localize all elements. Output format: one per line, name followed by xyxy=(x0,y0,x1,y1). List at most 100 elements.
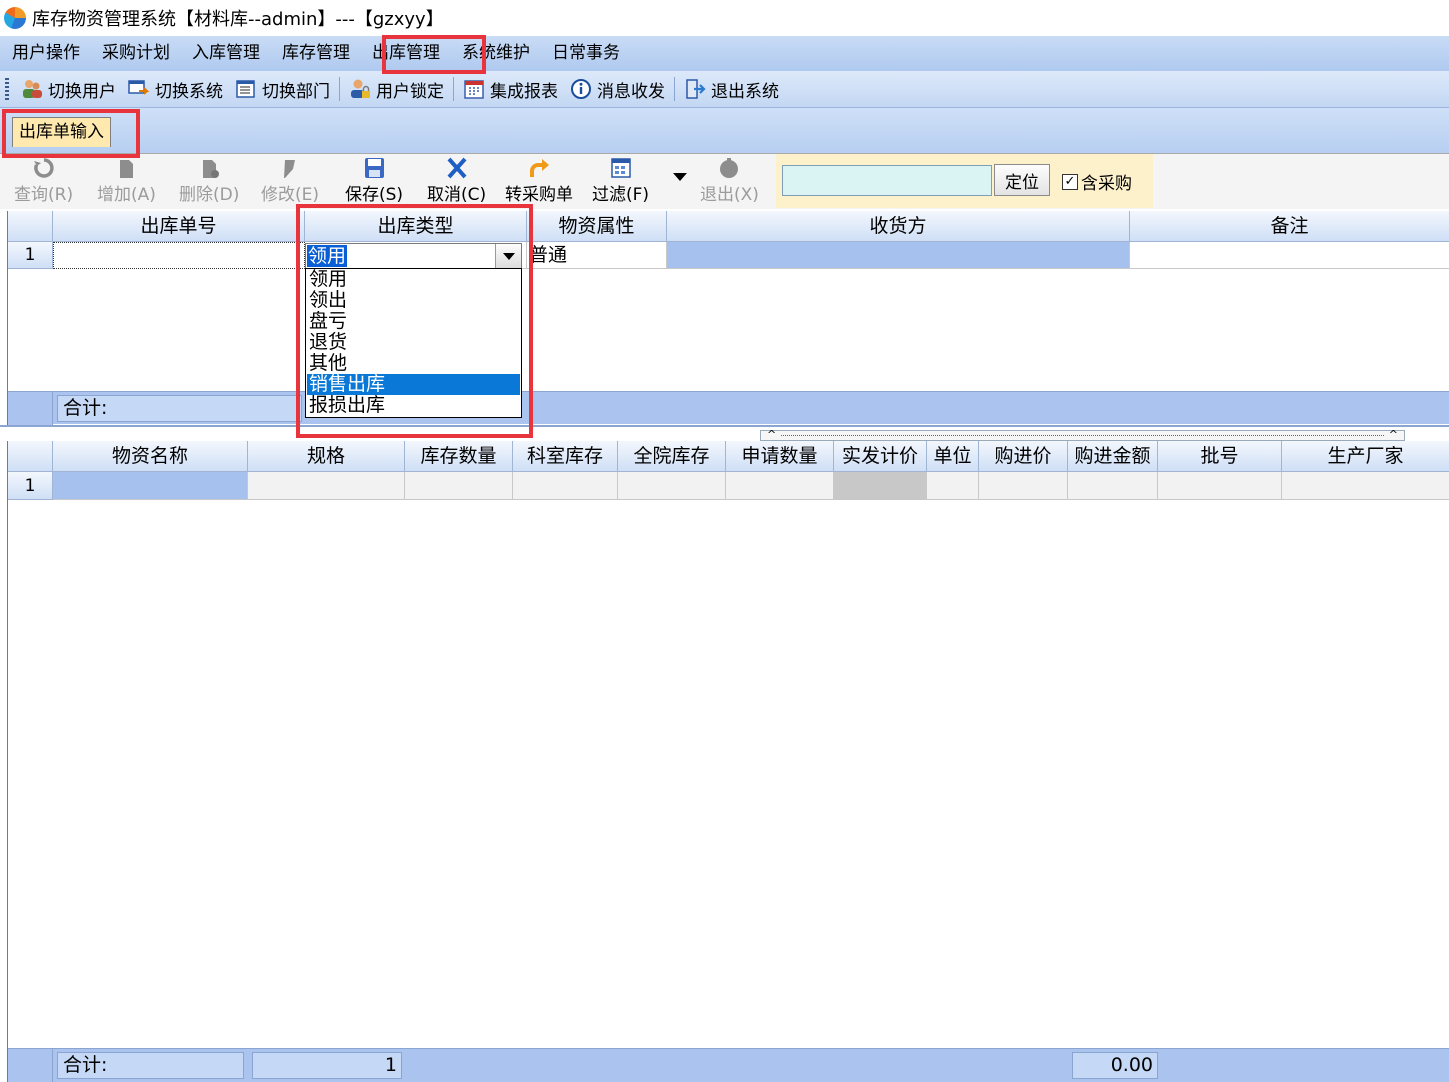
detail-item-grid: 物资名称 规格 库存数量 科室库存 全院库存 申请数量 实发计价 单位 购进价 … xyxy=(7,441,1449,1082)
chevron-down-icon[interactable] xyxy=(495,244,521,268)
switch-dept-button[interactable]: 切换部门 xyxy=(229,74,336,104)
cancel-label: 取消(C) xyxy=(427,185,487,205)
col-header-stock-qty[interactable]: 库存数量 xyxy=(405,441,513,472)
refresh-icon xyxy=(33,158,54,178)
col-header-attribute[interactable]: 物资属性 xyxy=(527,211,667,242)
col-header-hospital-stock[interactable]: 全院库存 xyxy=(618,441,726,472)
collapse-up-icon[interactable]: ^ xyxy=(767,428,776,441)
department-icon xyxy=(235,78,257,100)
col-header-manufacturer[interactable]: 生产厂家 xyxy=(1282,441,1449,472)
out-type-combobox[interactable]: 领用 xyxy=(305,243,522,269)
add-button[interactable]: 增加(A) xyxy=(97,157,156,205)
cell-batch-no[interactable] xyxy=(1158,472,1282,500)
to-purchase-button[interactable]: 转采购单 xyxy=(505,157,573,205)
menu-stock-mgmt[interactable]: 库存管理 xyxy=(271,36,361,71)
cell-order-no[interactable] xyxy=(53,242,305,269)
lower-summary-bar: 合计: 1 0.00 xyxy=(8,1048,1449,1082)
out-type-option[interactable]: 领用 xyxy=(307,269,520,290)
menu-system-maint[interactable]: 系统维护 xyxy=(451,36,541,71)
switch-system-button[interactable]: 切换系统 xyxy=(122,74,229,104)
col-header-dept-stock[interactable]: 科室库存 xyxy=(513,441,618,472)
col-header-remark[interactable]: 备注 xyxy=(1130,211,1449,242)
form-toolbar: 查询(R) 增加(A) 删除(D) 修改(E) 保存(S) 取消(C) 转采购单… xyxy=(0,153,1449,209)
out-type-selected-value: 领用 xyxy=(307,245,348,267)
splitter-handle[interactable]: ^ ^ xyxy=(760,428,1405,441)
splitter-dots xyxy=(781,435,1384,436)
to-purchase-label: 转采购单 xyxy=(505,185,573,205)
menu-outbound-mgmt[interactable]: 出库管理 xyxy=(361,36,451,71)
save-button[interactable]: 保存(S) xyxy=(345,157,403,205)
locate-panel: 定位 ✓ 含采购 xyxy=(776,154,1153,208)
cell-dept-stock[interactable] xyxy=(513,472,618,500)
cell-hospital-stock[interactable] xyxy=(618,472,726,500)
summary-corner xyxy=(8,1049,53,1082)
exit-system-button[interactable]: 退出系统 xyxy=(678,74,785,104)
cell-item-name[interactable] xyxy=(53,472,248,500)
cell-request-qty[interactable] xyxy=(726,472,834,500)
col-header-purchase-price[interactable]: 购进价 xyxy=(979,441,1068,472)
out-type-option-highlighted[interactable]: 销售出库 xyxy=(307,374,520,395)
menu-user-ops[interactable]: 用户操作 xyxy=(0,36,91,71)
modify-label: 修改(E) xyxy=(261,185,320,205)
cell-remark[interactable] xyxy=(1130,242,1449,269)
cell-purchase-price[interactable] xyxy=(979,472,1068,500)
cell-issue-price[interactable] xyxy=(834,472,927,500)
checkbox-checked-icon[interactable]: ✓ xyxy=(1062,173,1078,190)
document-tab-strip: 出库单输入 xyxy=(0,108,1449,153)
cell-stock-qty[interactable] xyxy=(405,472,513,500)
locate-button[interactable]: 定位 xyxy=(994,164,1050,196)
toolbar-grip[interactable] xyxy=(5,78,9,100)
cell-unit[interactable] xyxy=(927,472,979,500)
lower-total-amount: 0.00 xyxy=(1072,1052,1158,1079)
menu-purchase-plan[interactable]: 采购计划 xyxy=(91,36,181,71)
col-header-purchase-amount[interactable]: 购进金额 xyxy=(1068,441,1158,472)
col-header-out-type[interactable]: 出库类型 xyxy=(305,211,527,242)
cancel-button[interactable]: 取消(C) xyxy=(427,157,486,205)
col-header-issue-price[interactable]: 实发计价 xyxy=(834,441,927,472)
filter-button[interactable]: 过滤(F) xyxy=(592,157,649,205)
dropdown-triangle-icon xyxy=(673,173,687,181)
col-header-item-name[interactable]: 物资名称 xyxy=(53,441,248,472)
row-number[interactable]: 1 xyxy=(8,472,53,500)
col-header-spec[interactable]: 规格 xyxy=(248,441,405,472)
col-header-unit[interactable]: 单位 xyxy=(927,441,979,472)
switch-window-icon xyxy=(128,78,150,100)
out-type-option[interactable]: 其他 xyxy=(307,353,520,374)
exit-button[interactable]: 退出(X) xyxy=(700,157,759,205)
col-header-receiver[interactable]: 收货方 xyxy=(667,211,1130,242)
switch-system-label: 切换系统 xyxy=(155,81,223,102)
col-header-batch-no[interactable]: 批号 xyxy=(1158,441,1282,472)
col-header-order-no[interactable]: 出库单号 xyxy=(53,211,305,242)
include-purchase-checkbox[interactable]: ✓ 含采购 xyxy=(1062,169,1132,194)
cell-manufacturer[interactable] xyxy=(1282,472,1449,500)
menu-inbound-mgmt[interactable]: 入库管理 xyxy=(181,36,271,71)
cell-spec[interactable] xyxy=(248,472,405,500)
cell-receiver[interactable] xyxy=(667,242,1130,269)
lock-user-button[interactable]: 用户锁定 xyxy=(343,74,450,104)
out-type-option[interactable]: 领出 xyxy=(307,290,520,311)
out-type-option[interactable]: 盘亏 xyxy=(307,311,520,332)
menu-daily-affairs[interactable]: 日常事务 xyxy=(541,36,631,71)
col-header-request-qty[interactable]: 申请数量 xyxy=(726,441,834,472)
row-number[interactable]: 1 xyxy=(8,242,53,269)
query-label: 查询(R) xyxy=(14,185,74,205)
upper-total-label: 合计: xyxy=(57,395,302,422)
cell-attribute[interactable]: 普通 xyxy=(527,242,667,269)
integrated-report-button[interactable]: 集成报表 xyxy=(457,74,564,104)
cell-purchase-amount[interactable] xyxy=(1068,472,1158,500)
switch-dept-label: 切换部门 xyxy=(262,81,330,102)
quick-toolbar: 切换用户 切换系统 切换部门 用户锁定 集成报表 消息收发 退出系统 xyxy=(0,71,1449,108)
tab-outbound-entry[interactable]: 出库单输入 xyxy=(12,117,111,147)
delete-button[interactable]: 删除(D) xyxy=(179,157,239,205)
exit-label: 退出(X) xyxy=(700,185,759,205)
grid-splitter[interactable]: ^ ^ xyxy=(0,425,1449,441)
query-button[interactable]: 查询(R) xyxy=(14,157,73,205)
modify-button[interactable]: 修改(E) xyxy=(261,157,319,205)
out-type-option[interactable]: 退货 xyxy=(307,332,520,353)
switch-user-button[interactable]: 切换用户 xyxy=(15,74,122,104)
out-type-option[interactable]: 报损出库 xyxy=(307,395,520,416)
messages-button[interactable]: 消息收发 xyxy=(564,74,671,104)
more-dropdown-button[interactable] xyxy=(672,172,688,182)
locate-search-input[interactable] xyxy=(782,165,992,196)
collapse-up-icon[interactable]: ^ xyxy=(1389,428,1398,441)
